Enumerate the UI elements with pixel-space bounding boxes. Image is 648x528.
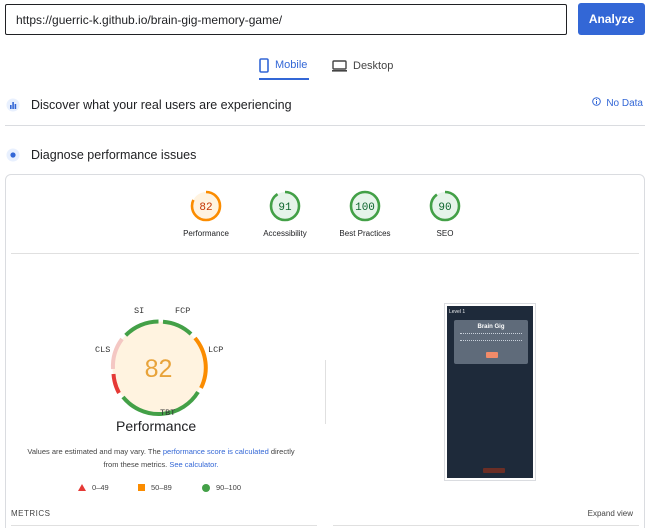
- seo-gauge-ring: 90: [429, 190, 461, 222]
- screenshot-modal-title: Brain Gig: [477, 324, 505, 330]
- note-prefix: Values are estimated and may vary. The: [27, 447, 163, 456]
- tab-desktop[interactable]: Desktop: [332, 52, 393, 80]
- screenshot-screen: Level 1 Brain Gig: [447, 306, 533, 478]
- best-practices-gauge-ring: 100: [349, 190, 381, 222]
- legend-fail-label: 0–49: [92, 483, 109, 492]
- legend-fail: 0–49: [78, 483, 109, 492]
- no-data-label: No Data: [606, 97, 643, 109]
- legend-pass-label: 90–100: [216, 483, 242, 492]
- metrics-divider-right: [333, 525, 639, 526]
- si-label: SI: [134, 306, 145, 316]
- final-screenshot: Level 1 Brain Gig: [444, 303, 536, 481]
- screenshot-modal-button: [486, 352, 498, 358]
- crux-title: Discover what your real users are experi…: [31, 98, 292, 112]
- screenshot-level-label: Level 1: [449, 309, 466, 315]
- seo-summary-label: SEO: [436, 229, 454, 238]
- best-practices-summary-label: Best Practices: [339, 229, 391, 238]
- mobile-phone-icon: [259, 57, 269, 73]
- see-calculator-link[interactable]: See calculator.: [169, 460, 218, 469]
- average-square-icon: [138, 484, 145, 491]
- metrics-divider-left: [11, 525, 317, 526]
- diagnose-section-header: Diagnose performance issues: [5, 144, 645, 166]
- crux-section-header[interactable]: Discover what your real users are experi…: [5, 94, 645, 116]
- seo-summary-score: 90: [438, 202, 451, 214]
- legend-average: 50–89: [138, 483, 172, 492]
- section-divider: [5, 125, 645, 126]
- best-practices-summary-score: 100: [355, 202, 375, 214]
- performance-summary-label: Performance: [183, 229, 229, 238]
- accessibility-summary-label: Accessibility: [263, 229, 307, 238]
- accessibility-summary-gauge[interactable]: 91 Accessibility: [247, 189, 323, 238]
- seo-summary-gauge[interactable]: 90 SEO: [407, 189, 483, 238]
- estimate-note: Values are estimated and may vary. The p…: [26, 445, 296, 471]
- performance-score: 82: [145, 355, 173, 383]
- screenshot-modal: Brain Gig: [454, 320, 528, 364]
- desktop-monitor-icon: [332, 60, 347, 72]
- vertical-separator: [325, 360, 326, 424]
- legend-pass: 90–100: [202, 483, 241, 492]
- performance-title: Performance: [116, 418, 197, 434]
- expand-view-toggle[interactable]: Expand view: [588, 509, 633, 518]
- tab-mobile[interactable]: Mobile: [259, 52, 310, 80]
- legend-average-label: 50–89: [151, 483, 172, 492]
- screenshot-modal-text: [460, 333, 522, 341]
- performance-summary-gauge[interactable]: 82 Performance: [168, 189, 244, 238]
- screenshot-footer-button: [483, 468, 505, 473]
- accessibility-gauge-ring: 91: [269, 190, 301, 222]
- diagnose-title: Diagnose performance issues: [31, 148, 197, 162]
- performance-summary-score: 82: [199, 202, 212, 214]
- fcp-label: FCP: [175, 306, 191, 316]
- score-calculation-link[interactable]: performance score is calculated: [163, 447, 269, 456]
- info-icon: [592, 97, 602, 109]
- analyze-button[interactable]: Analyze: [578, 3, 645, 35]
- tab-desktop-label: Desktop: [353, 60, 394, 72]
- cls-label: CLS: [95, 345, 111, 355]
- metrics-heading: METRICS: [11, 509, 51, 518]
- users-chart-icon: [5, 97, 21, 113]
- tab-mobile-label: Mobile: [275, 59, 308, 71]
- pass-circle-icon: [202, 483, 210, 492]
- lighthouse-icon: [5, 147, 21, 163]
- performance-gauge-ring: 82: [190, 190, 222, 222]
- best-practices-summary-gauge[interactable]: 100 Best Practices: [327, 189, 403, 238]
- accessibility-summary-score: 91: [278, 202, 292, 214]
- tbt-label: TBT: [160, 408, 176, 418]
- lighthouse-report: 82 Performance 91 Accessibility 100 Best…: [5, 174, 645, 528]
- summary-divider: [11, 253, 639, 254]
- lcp-label: LCP: [208, 345, 224, 355]
- performance-metric-gauge: 82: [110, 319, 208, 416]
- url-input[interactable]: [5, 4, 567, 35]
- fail-triangle-icon: [78, 484, 86, 491]
- no-data-indicator: No Data: [592, 97, 643, 109]
